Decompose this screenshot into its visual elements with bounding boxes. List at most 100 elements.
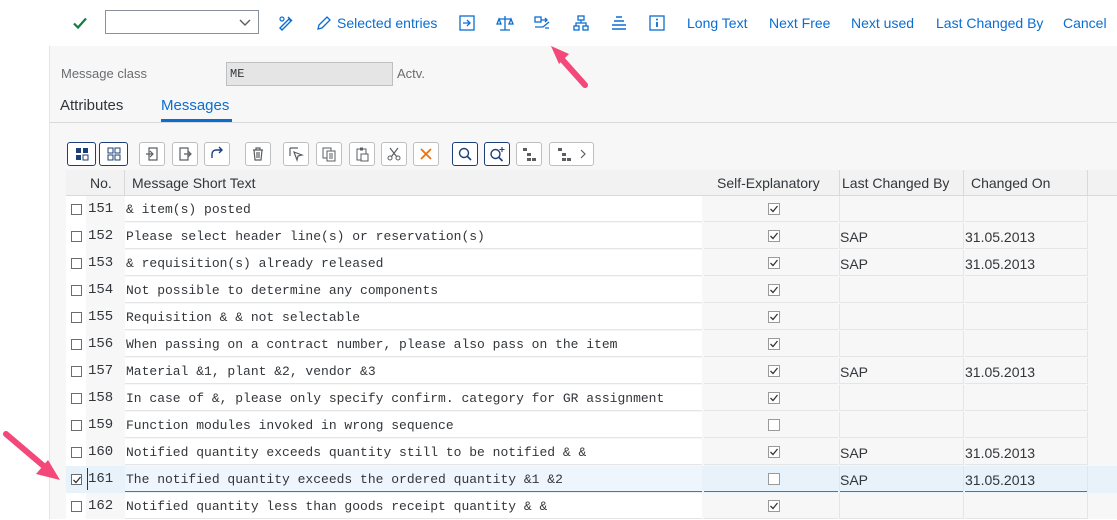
message-short-text-field[interactable]: In case of &, please only specify confir… [125,385,702,411]
message-short-text-field[interactable]: & requisition(s) already released [125,250,702,276]
table-row[interactable]: 162 Notified quantity less than goods rec… [66,493,1117,520]
row-selector[interactable] [66,304,86,331]
column-header-short-text[interactable]: Message Short Text [132,175,255,191]
long-text-button[interactable]: Long Text [687,0,747,46]
chevron-down-icon [239,19,251,26]
command-field[interactable] [105,10,259,34]
message-short-text-field[interactable]: The notified quantity exceeds the ordere… [125,466,702,492]
self-explanatory-checkbox[interactable] [768,500,780,512]
table-row[interactable]: 156 When passing on a contract number, pl… [66,331,1117,358]
row-select-checkbox[interactable] [71,474,82,485]
table-row[interactable]: 159 Function modules invoked in wrong seq… [66,412,1117,439]
row-selector[interactable] [66,277,86,304]
row-selector[interactable] [66,385,86,412]
select-block-button[interactable] [283,142,309,166]
self-explanatory-checkbox[interactable] [768,365,780,377]
cut-button[interactable] [381,142,407,166]
table-row[interactable]: 154 Not possible to determine any compone… [66,277,1117,304]
table-row[interactable]: 152 Please select header line(s) or reser… [66,223,1117,250]
tab-messages[interactable]: Messages [161,97,229,114]
row-select-checkbox[interactable] [71,420,82,431]
table-row[interactable]: 155 Requisition & & not selectable [66,304,1117,331]
deselect-all-icon [107,147,120,161]
display-change-button[interactable] [277,0,295,46]
last-changed-by-cell: SAP [840,223,963,249]
message-short-text-field[interactable]: Material &1, plant &2, vendor &3 [125,358,702,384]
self-explanatory-checkbox[interactable] [768,392,780,404]
cancel-entry-button[interactable] [413,142,439,166]
row-select-checkbox[interactable] [71,204,82,215]
expand-button[interactable] [516,142,542,166]
table-row[interactable]: 153 & requisition(s) already released SAP 3… [66,250,1117,277]
delete-row-button[interactable] [245,142,271,166]
self-explanatory-cell [704,304,838,330]
row-selector[interactable] [66,331,86,358]
row-selector[interactable] [66,196,86,223]
message-short-text-field[interactable]: When passing on a contract number, pleas… [125,331,702,357]
table-row[interactable]: 158 In case of &, please only specify con… [66,385,1117,412]
column-header-changed-on[interactable]: Changed On [971,175,1050,191]
table-row[interactable]: 160 Notified quantity exceeds quantity st… [66,439,1117,466]
append-row-button[interactable] [172,142,198,166]
row-select-checkbox[interactable] [71,339,82,350]
message-short-text-field[interactable]: Please select header line(s) or reservat… [125,223,702,249]
stack-button[interactable] [610,0,628,46]
row-select-checkbox[interactable] [71,312,82,323]
tab-attributes[interactable]: Attributes [60,97,123,114]
deselect-all-button[interactable] [99,142,128,166]
more-functions-button[interactable] [549,142,594,166]
where-used-button[interactable] [458,0,476,46]
column-header-last-changed-by[interactable]: Last Changed By [842,175,949,191]
row-selector[interactable] [66,358,86,385]
column-header-no[interactable]: No. [90,175,112,191]
confirm-button[interactable] [72,0,88,46]
self-explanatory-checkbox[interactable] [768,419,780,431]
table-row[interactable]: 161 The notified quantity exceeds the ord… [66,466,1117,493]
self-explanatory-checkbox[interactable] [768,257,780,269]
self-explanatory-checkbox[interactable] [768,230,780,242]
next-used-button[interactable]: Next used [851,0,914,46]
table-row[interactable]: 151 & item(s) posted [66,196,1117,223]
row-select-checkbox[interactable] [71,258,82,269]
row-select-checkbox[interactable] [71,231,82,242]
row-select-checkbox[interactable] [71,393,82,404]
row-select-checkbox[interactable] [71,285,82,296]
insert-row-button[interactable] [139,142,165,166]
select-all-button[interactable] [67,142,96,166]
message-short-text-field[interactable]: Function modules invoked in wrong sequen… [125,412,702,438]
row-selector[interactable] [66,223,86,250]
cancel-button[interactable]: Cancel [1063,0,1107,46]
row-selector[interactable] [66,493,86,520]
row-select-checkbox[interactable] [71,501,82,512]
message-short-text-field[interactable]: Notified quantity less than goods receip… [125,493,702,519]
paste-button[interactable] [349,142,375,166]
next-free-button[interactable]: Next Free [769,0,830,46]
row-select-checkbox[interactable] [71,447,82,458]
self-explanatory-checkbox[interactable] [768,203,780,215]
cell-divider [963,331,964,357]
self-explanatory-checkbox[interactable] [768,311,780,323]
selected-entries-button[interactable]: Selected entries [316,0,437,46]
table-row[interactable]: 157 Material &1, plant &2, vendor &3 SAP 31… [66,358,1117,385]
message-short-text-field[interactable]: Requisition & & not selectable [125,304,702,330]
checkmark-icon [770,367,779,375]
self-explanatory-checkbox[interactable] [768,446,780,458]
information-button[interactable] [648,0,666,46]
row-select-checkbox[interactable] [71,366,82,377]
self-explanatory-checkbox[interactable] [768,338,780,350]
column-header-self-explanatory[interactable]: Self-Explanatory [717,175,820,191]
self-explanatory-checkbox[interactable] [768,473,780,485]
self-explanatory-checkbox[interactable] [768,284,780,296]
find-button[interactable] [452,142,478,166]
message-short-text-field[interactable]: & item(s) posted [125,196,702,222]
message-short-text-field[interactable]: Notified quantity exceeds quantity still… [125,439,702,465]
message-short-text-field[interactable]: Not possible to determine any components [125,277,702,303]
check-button[interactable] [496,0,514,46]
self-explanatory-cell [704,196,838,222]
last-changed-by-button[interactable]: Last Changed By [936,0,1043,46]
message-class-field[interactable]: ME [226,62,393,86]
copy-button[interactable] [316,142,342,166]
row-selector[interactable] [66,250,86,277]
find-next-button[interactable] [484,142,510,166]
undo-button[interactable] [204,142,230,166]
